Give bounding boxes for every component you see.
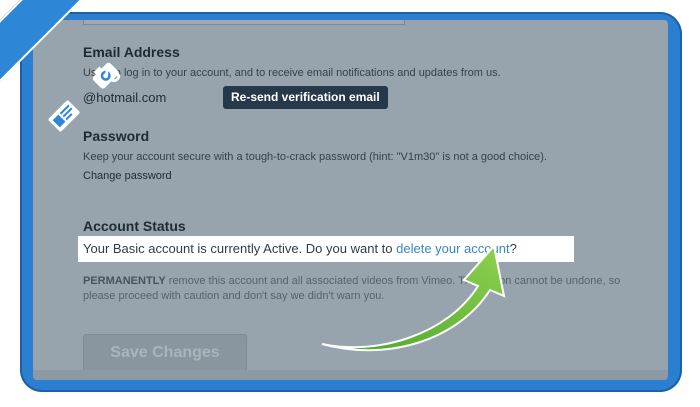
pointer-arrow-icon <box>321 244 506 352</box>
id-card-icon <box>48 100 80 132</box>
previous-field-input[interactable] <box>83 20 405 25</box>
email-value: @hotmail.com <box>83 90 167 105</box>
bottom-bar <box>33 370 668 380</box>
password-label: Password <box>83 128 150 144</box>
email-description: Used to log in to your account, and to r… <box>83 67 501 79</box>
password-description: Keep your account secure with a tough-to… <box>83 151 547 163</box>
change-password-link[interactable]: Change password <box>83 170 172 182</box>
account-status-label: Account Status <box>83 218 186 234</box>
resend-verification-button[interactable]: Re-send verification email <box>223 86 388 109</box>
save-changes-button[interactable]: Save Changes <box>83 334 247 372</box>
warning-emphasis: PERMANENTLY <box>83 275 166 287</box>
